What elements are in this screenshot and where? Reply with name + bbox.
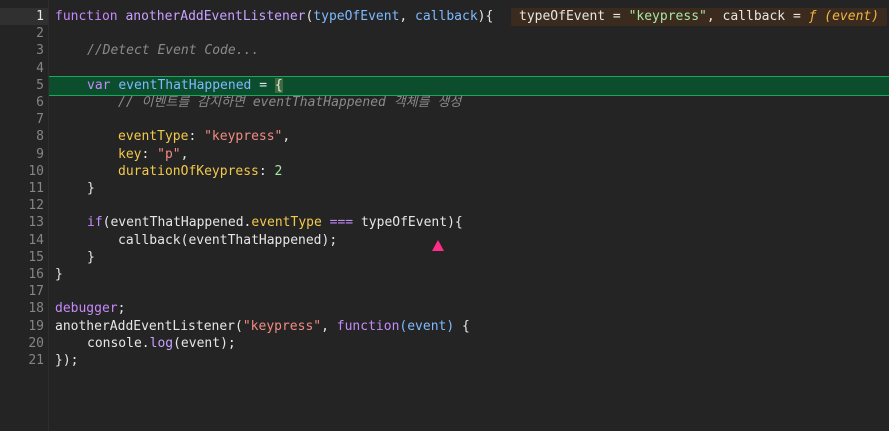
code-line-10: durationOfKeypress: 2: [118, 163, 282, 180]
line-number-9[interactable]: 9: [4, 146, 44, 163]
code-line-6-comment: // 이벤트를 감지하면 eventThatHappened 객체를 생성: [118, 95, 462, 110]
line-number-13[interactable]: 13: [4, 214, 44, 231]
code-line-13: if(eventThatHappened.eventType === typeO…: [87, 214, 463, 231]
line-number-1[interactable]: 1: [4, 8, 44, 25]
line-number-19[interactable]: 19: [4, 318, 44, 335]
code-line-11: }: [87, 181, 95, 196]
call-name: callback: [118, 232, 181, 248]
string-value: "p": [157, 146, 181, 162]
code-line-16: }: [55, 267, 63, 282]
tail: {: [454, 318, 470, 334]
semicolon: ;: [117, 301, 126, 317]
colon: :: [188, 129, 205, 145]
object: eventThatHappened: [110, 215, 244, 231]
dot: .: [141, 335, 150, 351]
pointer-triangle-icon: [432, 240, 444, 251]
code-line-9: key: "p",: [118, 146, 188, 163]
code-line-14: callback(eventThatHappened);: [118, 232, 337, 249]
line-number-2[interactable]: 2: [4, 25, 44, 42]
code-line-5: var eventThatHappened = {: [87, 77, 283, 94]
comma: ,: [180, 146, 189, 162]
colon: :: [258, 163, 275, 179]
call-args: (eventThatHappened);: [180, 232, 338, 248]
code-line-8: eventType: "keypress",: [118, 128, 290, 145]
object-key: key: [118, 146, 142, 162]
code-line-21: });: [55, 353, 79, 368]
code-line-15: }: [87, 249, 95, 265]
line-number-11[interactable]: 11: [4, 180, 44, 197]
line-number-5[interactable]: 5: [4, 77, 44, 94]
param-typeofevent: typeOfEvent: [313, 9, 400, 24]
operator: ===: [321, 215, 361, 231]
code-line-18: debugger;: [55, 300, 125, 317]
rhs: typeOfEvent: [360, 215, 448, 231]
line-number-12[interactable]: 12: [4, 197, 44, 214]
keyword: if: [87, 215, 103, 231]
object-key: eventType: [118, 129, 189, 145]
line-number-3[interactable]: 3: [4, 42, 44, 59]
punct: ){: [447, 215, 463, 231]
keyword: function: [55, 9, 118, 24]
code-editor: 1 2 3 4 5 6 7 8 9 10 11 12 13 14 15 16 1…: [0, 0, 889, 431]
tooltip-function: ƒ (event): [808, 9, 880, 24]
object: console: [87, 335, 142, 351]
keyword: function: [336, 318, 400, 334]
string-value: "keypress": [204, 129, 283, 145]
tooltip-text: typeOfEvent =: [519, 9, 629, 24]
line-number-18[interactable]: 18: [4, 300, 44, 317]
line-number-21[interactable]: 21: [4, 352, 44, 369]
line-number-gutter: 1 2 3 4 5 6 7 8 9 10 11 12 13 14 15 16 1…: [0, 0, 49, 431]
comma: ,: [282, 129, 291, 145]
var-name: eventThatHappened: [118, 77, 252, 93]
comma: ,: [321, 318, 337, 334]
args: (event);: [173, 335, 236, 351]
code-lines[interactable]: function anotherAddEventListener(typeOfE…: [49, 0, 889, 431]
inline-values-tooltip: typeOfEvent = "keypress", callback = ƒ (…: [511, 8, 888, 26]
call-name: anotherAddEventListener: [55, 318, 236, 334]
tooltip-string: "keypress": [628, 9, 707, 24]
param-list: (event): [399, 318, 455, 334]
code-line-3-comment: //Detect Event Code...: [87, 43, 260, 59]
object-key: durationOfKeypress: [118, 163, 259, 179]
code-line-20: console.log(event);: [87, 335, 236, 352]
line-number-10[interactable]: 10: [4, 163, 44, 180]
punct: (: [235, 318, 243, 334]
line-number-4[interactable]: 4: [4, 60, 44, 77]
code-line-1: function anotherAddEventListener(typeOfE…: [55, 8, 493, 25]
keyword: var: [87, 77, 111, 93]
number-value: 2: [274, 163, 283, 179]
line-number-6[interactable]: 6: [4, 94, 44, 111]
string-arg: "keypress": [242, 318, 322, 334]
punct: ,: [399, 9, 416, 24]
function-name: anotherAddEventListener: [125, 9, 306, 24]
param-callback: callback: [415, 9, 478, 24]
line-number-7[interactable]: 7: [4, 111, 44, 128]
keyword: debugger: [55, 301, 118, 317]
method: log: [149, 335, 174, 351]
op: =: [251, 77, 275, 93]
open-brace: {: [274, 77, 283, 93]
tooltip-text: , callback =: [706, 9, 809, 24]
punct: ){: [477, 9, 494, 24]
line-number-20[interactable]: 20: [4, 335, 44, 352]
line-number-17[interactable]: 17: [4, 283, 44, 300]
line-number-15[interactable]: 15: [4, 249, 44, 266]
line-number-16[interactable]: 16: [4, 266, 44, 283]
line-number-8[interactable]: 8: [4, 128, 44, 145]
property: eventType: [251, 215, 322, 231]
colon: :: [141, 146, 158, 162]
code-line-19: anotherAddEventListener("keypress", func…: [55, 318, 470, 335]
line-number-14[interactable]: 14: [4, 232, 44, 249]
